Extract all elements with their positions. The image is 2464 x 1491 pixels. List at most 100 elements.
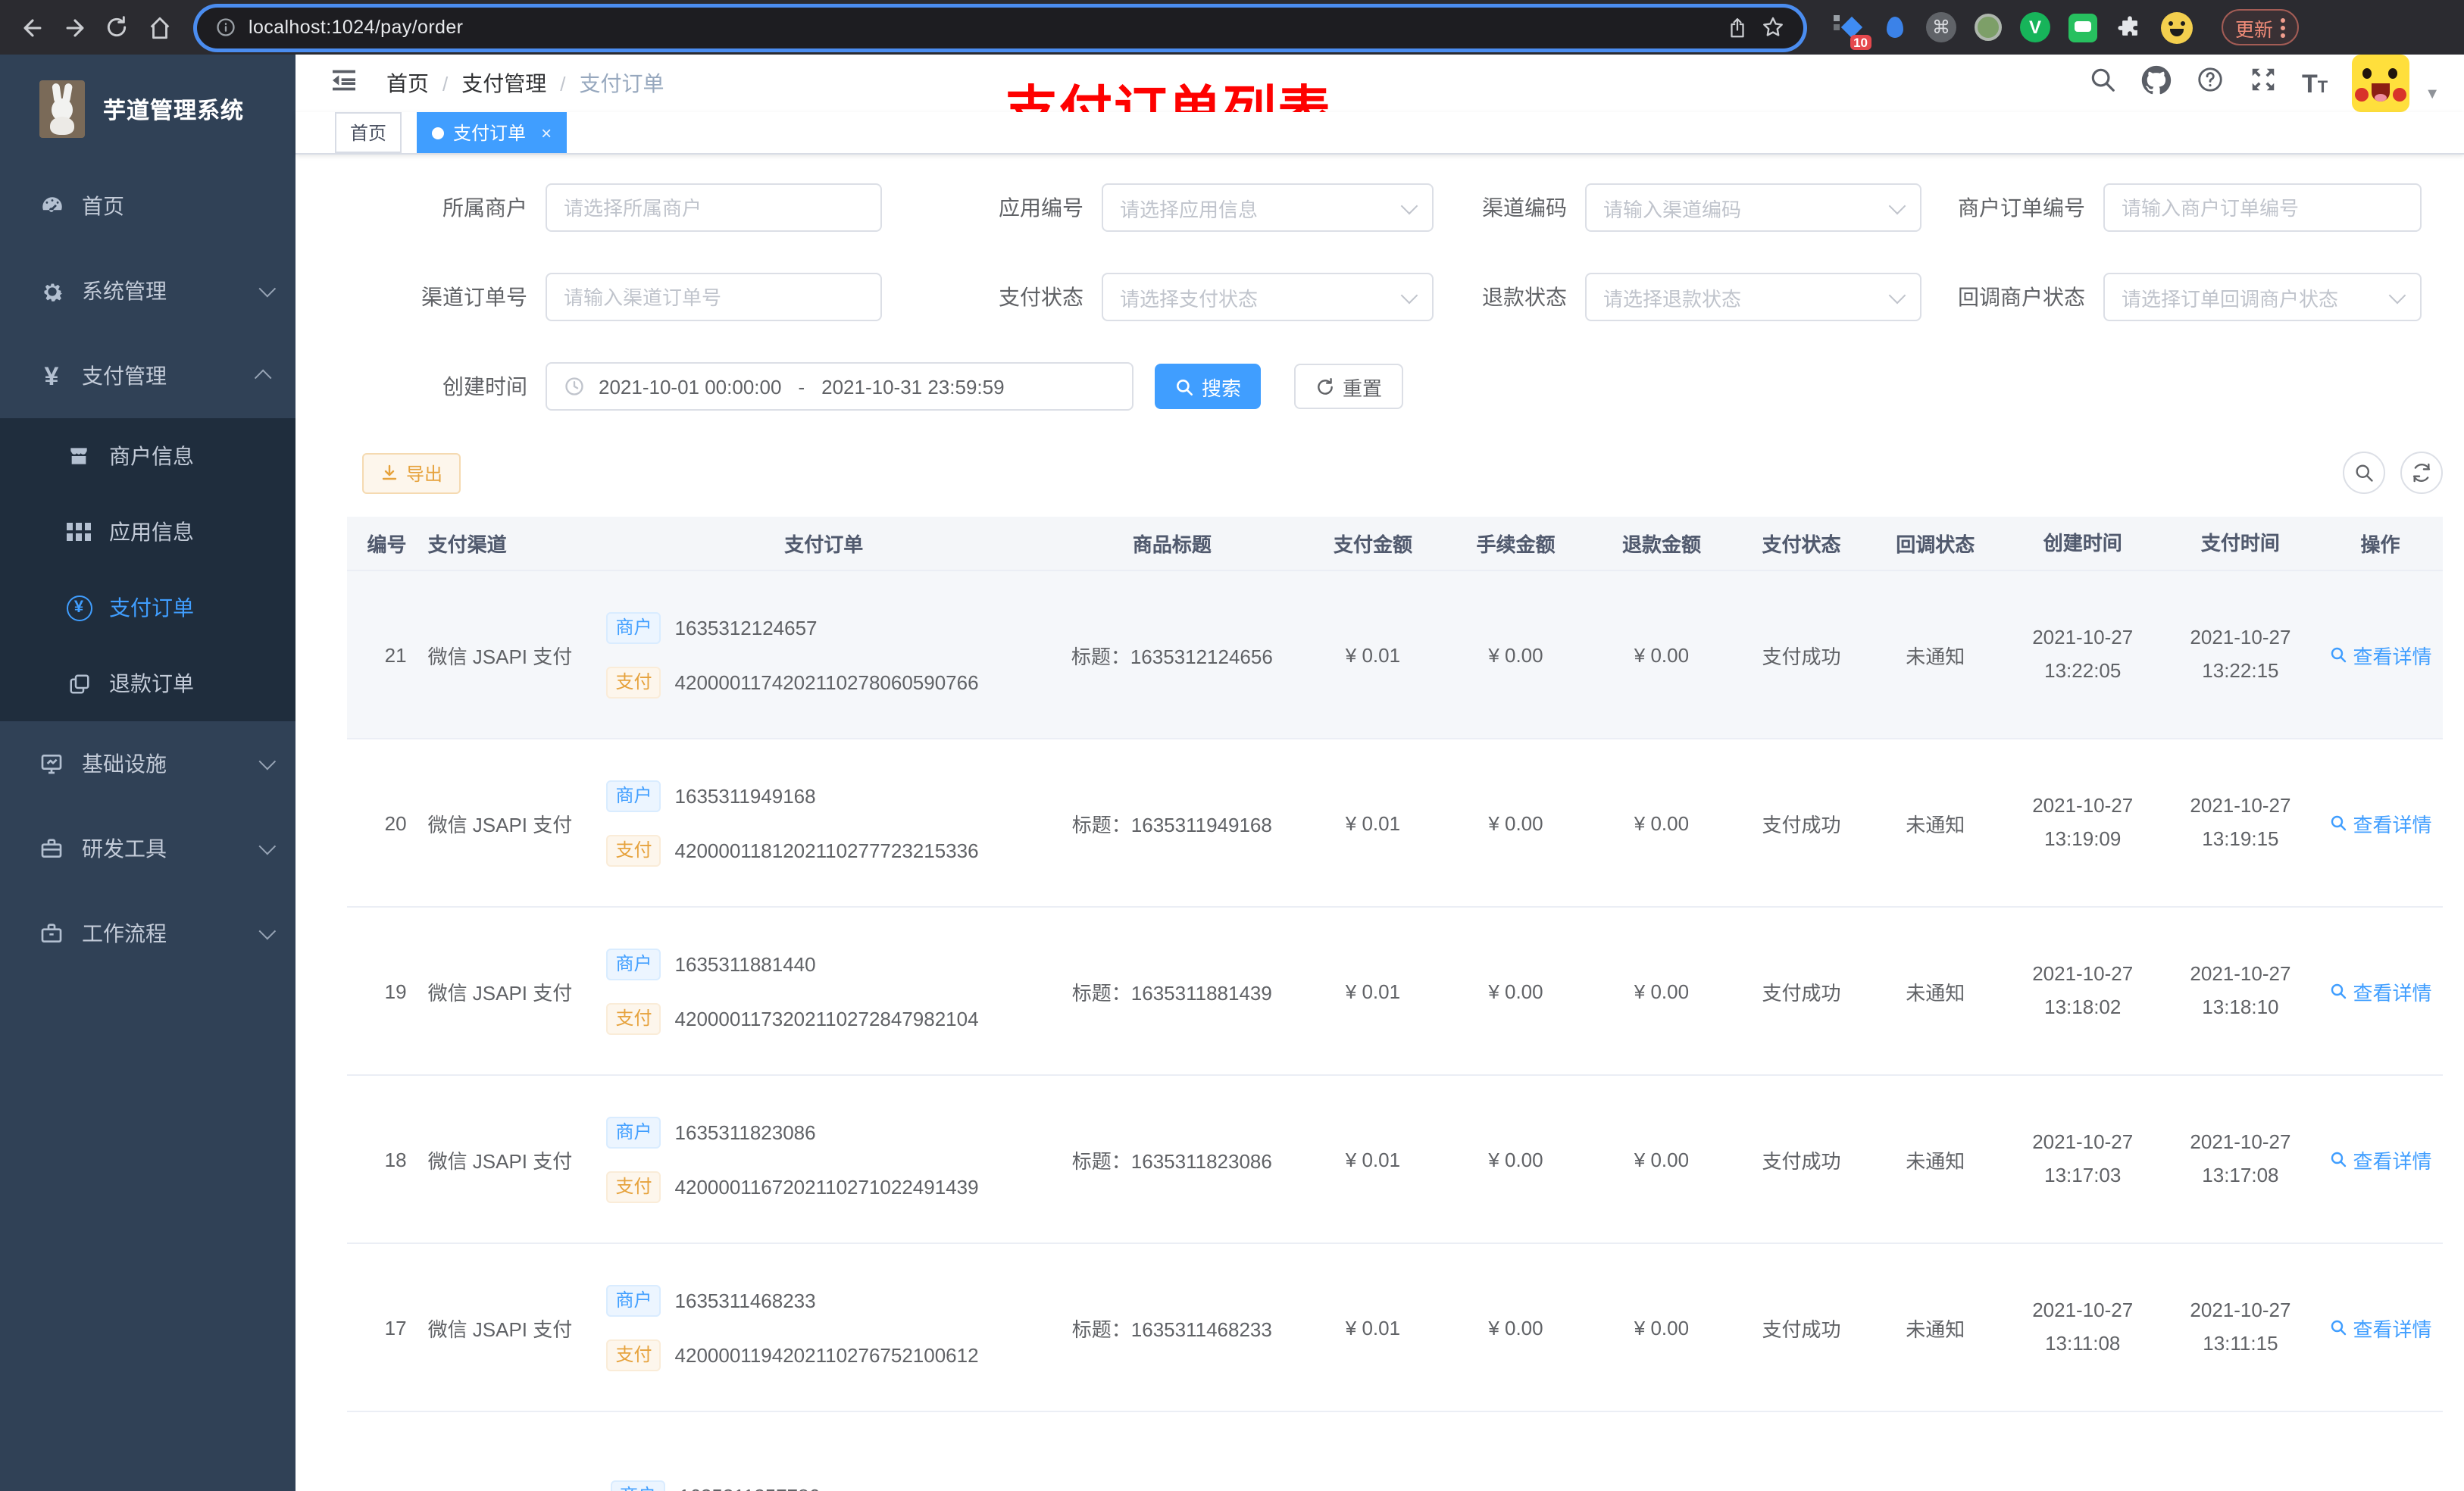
user-avatar[interactable] — [2352, 55, 2410, 112]
chevron-down-icon — [1400, 286, 1418, 304]
sidebar-item-dev-tools[interactable]: 研发工具 — [0, 806, 295, 891]
filter-row-1: 所属商户 应用编号 请选择应用信息 渠道编码 请输入渠道编码 商户订单编号 — [326, 183, 2464, 232]
browser-toolbar: localhost:1024/pay/order 10 ⌘ V 更新 — [0, 0, 2464, 55]
tag-pay-order[interactable]: 支付订单 × — [417, 112, 568, 153]
tag-dot — [432, 127, 445, 139]
breadcrumb-home[interactable]: 首页 — [386, 68, 429, 98]
browser-reload-icon[interactable] — [97, 8, 136, 47]
logo-image — [39, 80, 85, 138]
chevron-down-icon — [258, 837, 277, 855]
table-row[interactable]: 商户1635311357786 — [347, 1412, 2443, 1491]
share-icon[interactable] — [1726, 16, 1749, 39]
magnifier-icon — [2331, 983, 2346, 999]
search-icon[interactable] — [2088, 65, 2117, 102]
user-caret-icon[interactable]: ▼ — [2425, 86, 2440, 102]
page-content: 所属商户 应用编号 请选择应用信息 渠道编码 请输入渠道编码 商户订单编号 — [295, 155, 2464, 1491]
browser-menu-icon[interactable] — [2281, 17, 2286, 37]
magnifier-icon — [2331, 815, 2346, 831]
bookmark-star-icon[interactable] — [1761, 15, 1785, 39]
table-row[interactable]: 18 微信 JSAPI 支付 商户 1635311823086 支付 4200001… — [347, 1076, 2443, 1244]
browser-back-icon[interactable] — [12, 8, 52, 47]
dashboard-icon — [36, 193, 67, 219]
table-grid-icon — [64, 523, 94, 541]
tag-home[interactable]: 首页 — [335, 112, 402, 153]
chevron-down-icon — [1400, 196, 1418, 214]
view-detail-link[interactable]: 查看详情 — [2329, 1145, 2432, 1174]
pay-tag: 支付 — [606, 1339, 661, 1371]
refund-status-select[interactable]: 请选择退款状态 — [1585, 273, 1921, 321]
merchant-input[interactable] — [546, 183, 882, 232]
sidebar-item-infra[interactable]: 基础设施 — [0, 721, 295, 806]
green-dot-extension-icon[interactable] — [1972, 11, 2005, 44]
view-detail-link[interactable]: 查看详情 — [2329, 1313, 2432, 1342]
refresh-table-button[interactable] — [2400, 452, 2443, 494]
notify-text: 未通知 — [1906, 645, 1965, 667]
chevron-down-icon — [258, 280, 277, 298]
sidebar-item-app-info[interactable]: 应用信息 — [0, 494, 295, 570]
date-start: 2021-10-01 00:00:00 — [599, 375, 782, 398]
profile-avatar-icon[interactable] — [2159, 11, 2193, 44]
table-row[interactable]: 21 微信 JSAPI 支付 商户 1635312124657 支付 4200001… — [347, 571, 2443, 739]
browser-home-icon[interactable] — [139, 8, 179, 47]
gear-icon — [36, 278, 67, 304]
status-text: 支付成功 — [1762, 813, 1841, 836]
export-button[interactable]: 导出 — [362, 452, 461, 493]
hamburger-icon[interactable] — [329, 64, 359, 102]
table-header: 编号 支付渠道 支付订单 商品标题 支付金额 手续金额 退款金额 支付状态 回调… — [347, 517, 2443, 571]
table-row[interactable]: 19 微信 JSAPI 支付 商户 1635311881440 支付 4200001… — [347, 908, 2443, 1076]
help-icon[interactable] — [2196, 65, 2225, 102]
tag-close-icon[interactable]: × — [541, 122, 552, 143]
fullscreen-icon[interactable] — [2249, 65, 2278, 102]
sidebar-item-pay[interactable]: ¥ 支付管理 — [0, 333, 295, 418]
browser-update-button[interactable]: 更新 — [2222, 9, 2300, 45]
app-logo[interactable]: 芋道管理系统 — [0, 55, 295, 164]
breadcrumb-pay[interactable]: 支付管理 — [461, 68, 546, 98]
vue-extension-icon[interactable]: V — [2018, 11, 2052, 44]
sidebar-item-refund-order[interactable]: 退款订单 — [0, 645, 295, 721]
chevron-up-icon — [254, 369, 272, 387]
magnifier-icon — [2331, 1152, 2346, 1167]
notify-status-select[interactable]: 请选择订单回调商户状态 — [2103, 273, 2422, 321]
view-detail-link[interactable]: 查看详情 — [2329, 977, 2432, 1005]
channel-code-select[interactable]: 请输入渠道编码 — [1585, 183, 1921, 232]
tabs-extension-icon[interactable]: 10 — [1831, 11, 1871, 50]
address-bar[interactable]: localhost:1024/pay/order — [197, 7, 1803, 48]
app-select[interactable]: 请选择应用信息 — [1102, 183, 1434, 232]
puzzle-extensions-icon[interactable] — [2112, 11, 2146, 44]
create-time-range[interactable]: 2021-10-01 00:00:00 - 2021-10-31 23:59:5… — [546, 362, 1134, 411]
filter-row-3: 创建时间 2021-10-01 00:00:00 - 2021-10-31 23… — [326, 362, 2464, 411]
sidebar-item-system[interactable]: 系统管理 — [0, 248, 295, 333]
navbar-actions: TT ▼ — [2088, 55, 2440, 112]
sidebar-item-workflow[interactable]: 工作流程 — [0, 891, 295, 976]
sidebar-item-home[interactable]: 首页 — [0, 164, 295, 248]
sidebar-item-merchant-info[interactable]: 商户信息 — [0, 418, 295, 494]
documents-icon — [64, 672, 94, 695]
balloon-extension-icon[interactable] — [1878, 11, 1911, 44]
pay-status-label: 支付状态 — [999, 285, 1083, 309]
sidebar-item-pay-order[interactable]: ¥ 支付订单 — [0, 570, 295, 645]
pay-tag: 支付 — [606, 1002, 661, 1034]
site-info-icon[interactable] — [215, 17, 236, 38]
pay-status-select[interactable]: 请选择支付状态 — [1102, 273, 1434, 321]
url-text[interactable]: localhost:1024/pay/order — [249, 17, 1714, 38]
monitor-icon — [36, 752, 67, 776]
channel-order-no-input[interactable] — [546, 273, 882, 321]
merchant-order-no-input[interactable] — [2103, 183, 2422, 232]
app-title: 芋道管理系统 — [103, 98, 245, 123]
reset-button[interactable]: 重置 — [1294, 364, 1404, 409]
merchant-tag: 商户 — [611, 1480, 665, 1491]
font-size-icon[interactable]: TT — [2302, 70, 2328, 96]
table-row[interactable]: 17 微信 JSAPI 支付 商户 1635311468233 支付 4200001… — [347, 1244, 2443, 1412]
browser-forward-icon[interactable] — [55, 8, 94, 47]
notify-text: 未通知 — [1906, 981, 1965, 1004]
table-row[interactable]: 20 微信 JSAPI 支付 商户 1635311949168 支付 4200001… — [347, 739, 2443, 908]
sidebar-submenu: 商户信息 应用信息 ¥ 支付订单 退款订单 — [0, 418, 295, 721]
view-detail-link[interactable]: 查看详情 — [2329, 640, 2432, 669]
view-detail-link[interactable]: 查看详情 — [2329, 808, 2432, 837]
command-extension-icon[interactable]: ⌘ — [1925, 11, 1958, 44]
chat-extension-icon[interactable] — [2065, 11, 2099, 44]
show-search-toggle-button[interactable] — [2343, 452, 2385, 494]
merchant-tag: 商户 — [606, 611, 661, 643]
search-button[interactable]: 搜索 — [1155, 364, 1262, 409]
github-icon[interactable] — [2141, 64, 2172, 102]
